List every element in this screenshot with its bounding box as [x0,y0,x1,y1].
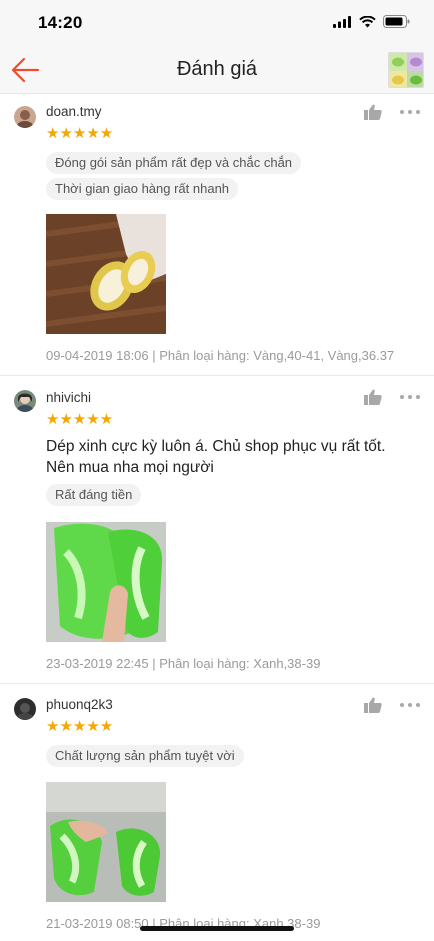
review-comment: Dép xinh cực kỳ luôn á. Chủ shop phục vụ… [46,438,386,476]
review-photo[interactable] [46,214,166,334]
header: Đánh giá [0,46,434,94]
review-username: nhivichi [46,390,92,405]
review-meta: 23-03-2019 22:45 | Phân loại hàng: Xanh,… [46,656,321,671]
product-thumbnail-image [389,53,423,87]
review-tag: Chất lượng sản phẩm tuyệt vời [46,745,244,767]
thumbs-up-icon[interactable] [364,389,382,405]
thumbs-up-icon[interactable] [364,697,382,713]
review-tag: Thời gian giao hàng rất nhanh [46,178,239,200]
star-rating: ★★★★★ [46,125,114,142]
review-tag: Rất đáng tiền [46,484,142,506]
review-item: phuonq2k3 ★★★★★ Chất lượng sản phẩm tuyệ… [0,684,434,941]
review-photo[interactable] [46,782,166,902]
product-thumbnail[interactable] [388,52,424,88]
star-rating: ★★★★★ [46,411,114,428]
more-options-icon[interactable] [400,109,420,115]
status-bar: 14:20 [0,0,434,46]
more-options-icon[interactable] [400,394,420,400]
home-indicator[interactable] [140,926,294,931]
review-username: doan.tmy [46,104,102,119]
status-time: 14:20 [38,13,83,32]
review-username: phuonq2k3 [46,697,113,712]
review-meta: 09-04-2019 18:06 | Phân loại hàng: Vàng,… [46,348,395,363]
review-photo[interactable] [46,522,166,642]
battery-icon [383,15,410,28]
thumbs-up-icon[interactable] [364,104,382,120]
page-title: Đánh giá [176,58,258,80]
status-icons [333,15,410,28]
avatar[interactable] [14,106,36,128]
signal-icon [333,15,351,28]
more-options-icon[interactable] [400,702,420,708]
review-item: nhivichi ★★★★★ Dép xinh cực kỳ luôn á. C… [0,376,434,684]
review-tag: Đóng gói sản phẩm rất đẹp và chắc chắn [46,152,302,174]
review-item: doan.tmy ★★★★★ Đóng gói sản phẩm rất đẹp… [0,94,434,376]
avatar[interactable] [14,698,36,720]
avatar[interactable] [14,390,36,412]
star-rating: ★★★★★ [46,718,114,735]
wifi-icon [359,15,376,27]
